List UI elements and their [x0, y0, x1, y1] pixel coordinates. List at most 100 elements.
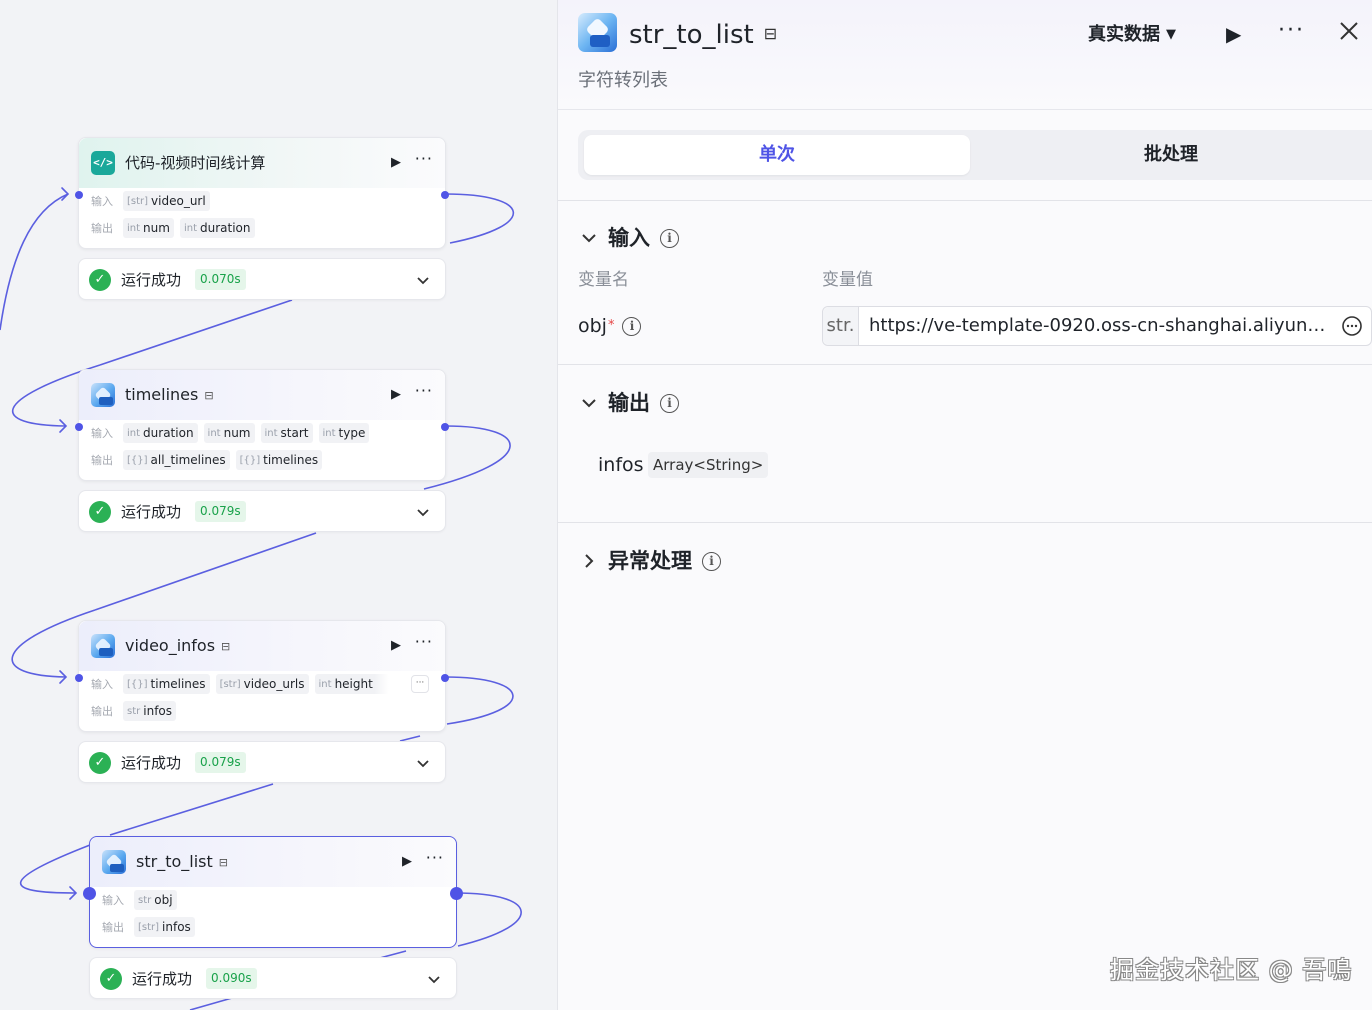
divider — [558, 522, 1372, 523]
tab-batch[interactable]: 批处理 — [976, 135, 1366, 175]
section-title: 输出 — [608, 391, 650, 415]
tab-single[interactable]: 单次 — [584, 135, 970, 175]
status-text: 运行成功 — [132, 970, 193, 988]
node-outputs-row: 输出 [{}] all_timelines [{}] timelines — [91, 450, 323, 470]
run-node-button[interactable]: ▶ — [402, 853, 412, 871]
watermark: 掘金技术社区 @ 吾鳴 — [1110, 956, 1353, 984]
output-port[interactable] — [441, 191, 449, 199]
input-chip: [str] video_urls — [215, 674, 309, 694]
reference-icon: ⊟ — [763, 24, 778, 43]
node-run-status[interactable]: ✓ 运行成功 0.070s — [78, 258, 446, 300]
data-mode-select[interactable]: 真实数据 ▼ — [1088, 22, 1176, 48]
wire-4-next — [189, 997, 233, 1010]
reference-icon: ⊟ — [204, 389, 214, 402]
chevron-down-icon[interactable] — [413, 502, 433, 522]
input-port[interactable] — [83, 887, 96, 900]
run-node-button[interactable]: ▶ — [391, 637, 401, 655]
wire-entry — [0, 193, 69, 331]
node-inputs-row: 输入 str obj — [102, 890, 177, 910]
wire-2-3 — [94, 532, 317, 611]
node-header: timelines ⊟ ▶ ··· — [79, 370, 445, 420]
output-port[interactable] — [450, 887, 463, 900]
node-run-status[interactable]: ✓ 运行成功 0.090s — [89, 957, 457, 999]
node-video-infos[interactable]: video_infos ⊟ ▶ ··· 输入 [{}] timelines [str… — [75, 620, 449, 732]
chevron-down-icon[interactable] — [413, 753, 433, 773]
run-node-button[interactable]: ▶ — [391, 386, 401, 404]
output-name: infos — [598, 454, 644, 476]
input-port[interactable] — [75, 423, 83, 431]
node-run-status[interactable]: ✓ 运行成功 0.079s — [78, 741, 446, 783]
node-outputs-row: 输出 int num int duration — [91, 218, 255, 238]
more-options-icon[interactable]: ··· — [1278, 16, 1305, 46]
chevron-down-icon[interactable] — [424, 969, 444, 989]
input-chip: [str] video_url — [123, 191, 210, 211]
caret-down-icon: ▼ — [1166, 27, 1176, 42]
variable-value-field[interactable]: str. https://ve-template-0920.oss-cn-sha… — [822, 306, 1372, 346]
reference-icon: ⊟ — [218, 856, 228, 869]
output-port[interactable] — [441, 423, 449, 431]
more-options-icon[interactable]: ··· — [415, 150, 433, 168]
required-mark: * — [607, 318, 615, 333]
chevron-down-icon — [582, 234, 596, 243]
status-text: 运行成功 — [121, 754, 182, 772]
node-header: </> 代码-视频时间线计算 ▶ ··· — [79, 138, 445, 188]
input-port[interactable] — [75, 191, 83, 199]
output-chip: [str] infos — [134, 917, 195, 937]
info-icon[interactable]: i — [660, 228, 679, 248]
section-title: 输入 — [608, 226, 650, 250]
wire-4-out — [455, 892, 522, 947]
info-icon[interactable]: i — [660, 393, 679, 413]
more-inputs-button[interactable]: ··· — [411, 675, 429, 693]
node-run-status[interactable]: ✓ 运行成功 0.079s — [78, 490, 446, 532]
info-icon[interactable]: i — [622, 316, 642, 336]
chevron-down-icon — [582, 399, 596, 408]
wire-arrow-1 — [61, 187, 70, 201]
run-time-badge: 0.090s — [206, 968, 257, 989]
node-inputs-row: 输入 [{}] timelines [str] video_urls int heig… — [91, 674, 431, 694]
node-code-timeline[interactable]: </> 代码-视频时间线计算 ▶ ··· 输入 [str] video_url 输… — [75, 137, 449, 249]
workflow-icon — [578, 13, 617, 52]
status-text: 运行成功 — [121, 503, 182, 521]
input-chip: int type — [318, 423, 370, 443]
node-timelines[interactable]: timelines ⊟ ▶ ··· 输入 int duration int num i… — [75, 369, 449, 481]
output-chip: str infos — [123, 701, 177, 721]
node-str-to-list[interactable]: str_to_list ⊟ ▶ ··· 输入 str obj 输出 [str] inf… — [83, 836, 463, 948]
more-options-icon[interactable]: ··· — [426, 849, 444, 867]
chevron-down-icon[interactable] — [413, 270, 433, 290]
info-icon[interactable]: i — [702, 551, 721, 571]
more-options-icon[interactable]: ··· — [415, 382, 433, 400]
success-check-icon: ✓ — [89, 269, 111, 291]
inputs-label: 输入 — [91, 678, 113, 691]
output-port[interactable] — [441, 674, 449, 682]
more-options-icon[interactable]: ··· — [415, 633, 433, 651]
run-button[interactable]: ▶ — [1226, 21, 1241, 47]
type-tag: str. — [823, 307, 859, 345]
variable-picker-icon[interactable] — [1341, 315, 1363, 337]
wire-3-out — [445, 676, 514, 725]
workflow-icon — [91, 383, 115, 407]
error-section-header[interactable]: 异常处理 i — [580, 546, 721, 576]
input-chip: [{}] timelines — [123, 674, 210, 694]
reference-icon: ⊟ — [221, 640, 231, 653]
node-title: video_infos ⊟ — [125, 636, 231, 655]
panel-title: str_to_list ⊟ — [629, 20, 778, 50]
outputs-label: 输出 — [91, 454, 113, 467]
node-title: 代码-视频时间线计算 — [125, 154, 266, 172]
output-type-tag: Array<String> — [648, 452, 769, 478]
input-port[interactable] — [75, 674, 83, 682]
outputs-label: 输出 — [91, 705, 113, 718]
run-time-badge: 0.070s — [195, 269, 246, 290]
column-header-value: 变量值 — [822, 270, 873, 290]
output-section-header[interactable]: 输出 i — [580, 388, 679, 418]
divider — [558, 364, 1372, 365]
output-chip: int num — [123, 218, 174, 238]
node-detail-panel: str_to_list ⊟ 字符转列表 真实数据 ▼ ▶ ··· 单次 批处理 输入… — [557, 0, 1372, 1010]
run-node-button[interactable]: ▶ — [391, 154, 401, 172]
input-chip: int duration — [123, 423, 198, 443]
variable-value-input[interactable]: https://ve-template-0920.oss-cn-shanghai… — [869, 314, 1329, 338]
node-outputs-row: 输出 [str] infos — [102, 917, 195, 937]
wire-3-4-in — [19, 844, 91, 894]
input-section-header[interactable]: 输入 i — [580, 223, 679, 253]
workflow-canvas[interactable]: </> 代码-视频时间线计算 ▶ ··· 输入 [str] video_url 输… — [0, 0, 557, 1010]
close-icon[interactable] — [1338, 20, 1360, 42]
